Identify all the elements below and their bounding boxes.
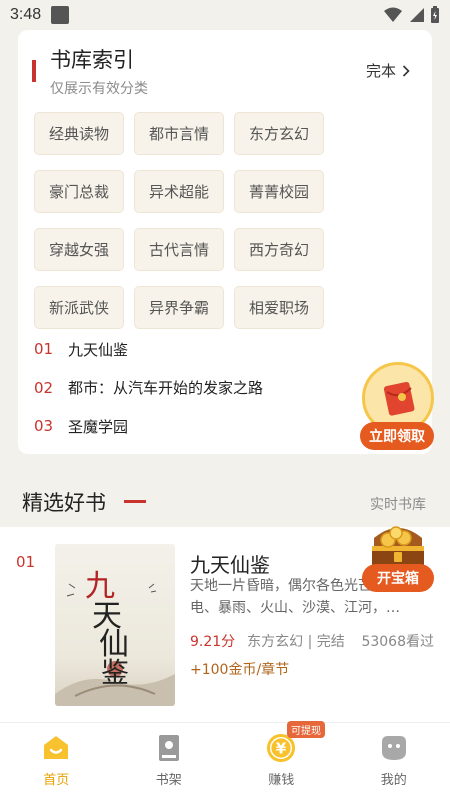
nav-label-home: 首页	[43, 773, 70, 788]
book-genre: 东方玄幻 | 完结	[247, 634, 345, 650]
nav-item-earn[interactable]: 可提现 ¥ 赚钱	[225, 721, 338, 800]
status-icons	[384, 6, 440, 24]
book-score: 9.21分	[190, 634, 236, 650]
category-tag[interactable]: 豪门总裁	[34, 170, 124, 213]
svg-text:¥: ¥	[276, 740, 287, 758]
nav-label-earn: 赚钱	[268, 773, 295, 788]
status-bar: 3:48	[0, 0, 450, 30]
library-title: 书库索引	[50, 48, 134, 72]
ranking-item[interactable]: 01 九天仙鉴	[34, 330, 374, 369]
book-cover-art: 九 天 仙 鉴	[55, 569, 175, 706]
nav-item-home[interactable]: 首页	[0, 723, 113, 800]
category-tag[interactable]: 菁菁校园	[234, 170, 324, 213]
book-coin-reward: +100金币/章节	[190, 662, 290, 678]
category-tag[interactable]: 新派武侠	[34, 286, 124, 329]
category-tag[interactable]: 经典读物	[34, 112, 124, 155]
nav-label-bookshelf: 书架	[155, 773, 182, 788]
category-tag[interactable]: 西方奇幻	[234, 228, 324, 271]
bookshelf-icon	[154, 733, 184, 763]
category-tag[interactable]: 相爱职场	[234, 286, 324, 329]
title-accent-bar	[32, 60, 36, 82]
ranking-item[interactable]: 03 圣魔学园	[34, 407, 374, 446]
book-title[interactable]: 九天仙鉴	[190, 549, 270, 578]
book-cover[interactable]: 九 天 仙 鉴	[55, 544, 175, 706]
nav-item-bookshelf[interactable]: 书架	[113, 723, 226, 800]
category-tag[interactable]: 穿越女强	[34, 228, 124, 271]
category-tag[interactable]: 都市言情	[134, 112, 224, 155]
claim-gift-widget[interactable]: 立即领取	[360, 362, 434, 452]
library-subtitle: 仅展示有效分类	[50, 81, 148, 97]
ranking-title: 圣魔学园	[68, 417, 129, 436]
wifi-icon	[384, 7, 402, 22]
home-icon	[41, 733, 71, 763]
claim-now-button[interactable]: 立即领取	[360, 422, 434, 450]
nav-item-profile[interactable]: 我的	[338, 723, 450, 800]
category-tag[interactable]: 古代言情	[134, 228, 224, 271]
profile-icon	[379, 733, 409, 763]
category-tag[interactable]: 异界争霸	[134, 286, 224, 329]
category-tag[interactable]: 异术超能	[134, 170, 224, 213]
cover-title-char: 鉴	[101, 656, 129, 689]
signal-icon	[410, 8, 424, 22]
category-tags: 经典读物 都市言情 东方玄幻 豪门总裁 异术超能 菁菁校园 穿越女强 古代言情 …	[34, 112, 354, 329]
ranking-number: 01	[34, 340, 54, 359]
complete-label: 完本	[365, 62, 396, 80]
withdrawable-badge: 可提现	[287, 721, 325, 738]
ranking-item[interactable]: 02 都市：从汽车开始的发家之路	[34, 369, 374, 408]
complete-link[interactable]: 完本	[366, 60, 410, 81]
bottom-navigation: 首页 书架 可提现 ¥ 赚钱 我的	[0, 721, 450, 800]
category-tag[interactable]: 东方玄幻	[234, 112, 324, 155]
status-time: 3:48	[10, 6, 42, 23]
ranking-number: 02	[34, 378, 54, 397]
open-treasure-button[interactable]: 开宝箱	[362, 564, 434, 592]
treasure-chest-widget[interactable]: 开宝箱	[360, 518, 436, 594]
featured-title: 精选好书	[22, 491, 106, 515]
ranking-title: 都市：从汽车开始的发家之路	[68, 379, 264, 398]
battery-icon	[431, 6, 439, 23]
book-meta: 9.21分 东方玄幻 | 完结 53068看过	[190, 631, 434, 651]
title-accent-dash	[124, 500, 146, 503]
chevron-right-icon	[402, 64, 410, 77]
nav-label-profile: 我的	[380, 773, 407, 788]
ranking-title: 九天仙鉴	[68, 340, 129, 359]
notification-icon	[51, 6, 70, 24]
ranking-list: 01 九天仙鉴 02 都市：从汽车开始的发家之路 03 圣魔学园	[34, 330, 374, 446]
book-views: 53068看过	[361, 634, 434, 650]
realtime-library-link[interactable]: 实时书库	[370, 494, 426, 514]
book-rank: 01	[16, 553, 36, 571]
ranking-number: 03	[34, 417, 54, 436]
